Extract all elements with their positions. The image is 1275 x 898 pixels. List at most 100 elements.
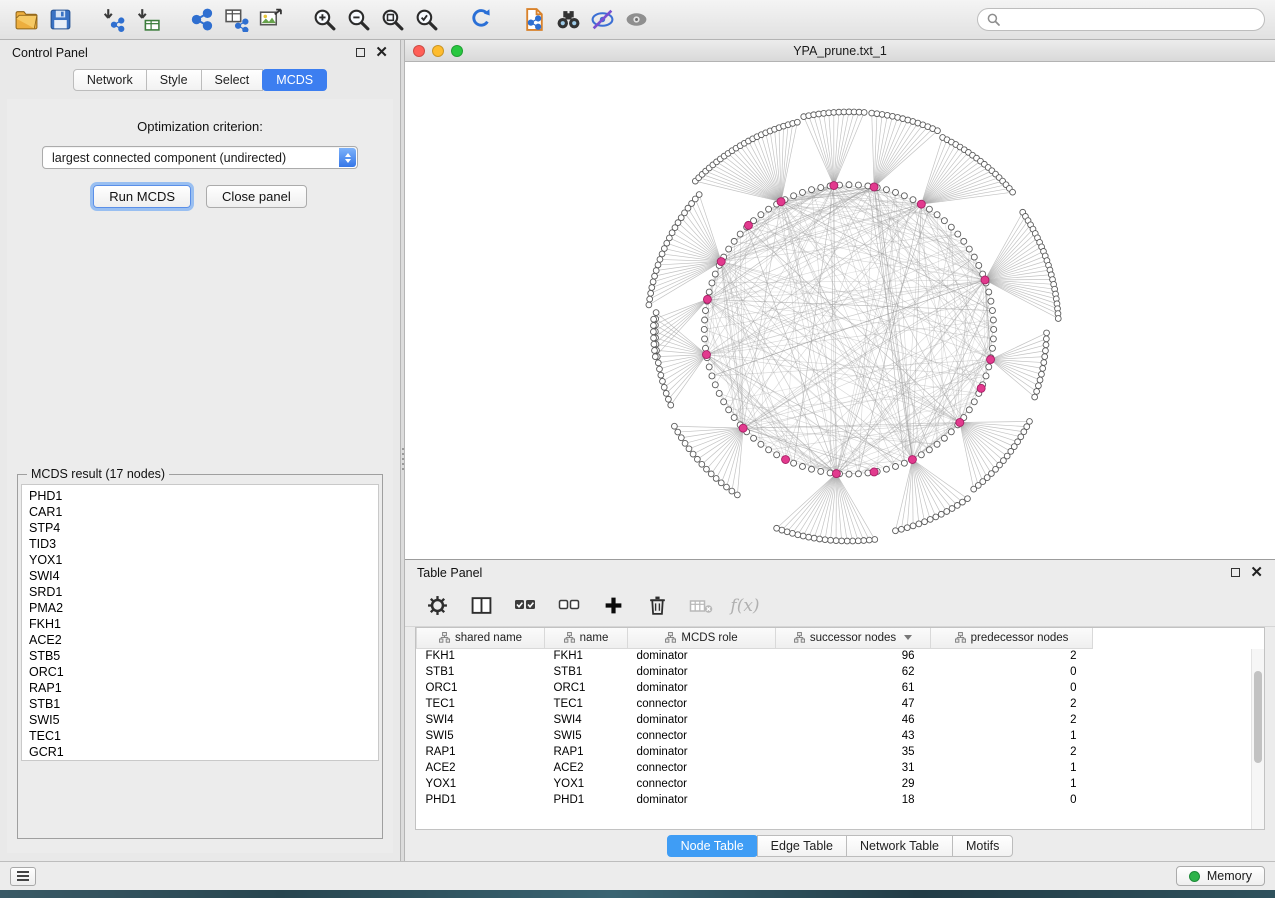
- graph-node[interactable]: [990, 336, 996, 342]
- mcds-hub-node[interactable]: [977, 384, 985, 392]
- mcds-result-node[interactable]: SRD1: [29, 584, 378, 600]
- table-cell[interactable]: PHD1: [417, 792, 545, 808]
- node-table[interactable]: shared namenameMCDS rolesuccessor nodesp…: [416, 628, 1093, 808]
- graph-node[interactable]: [961, 238, 967, 244]
- optimization-criterion-select[interactable]: largest connected component (undirected): [42, 146, 358, 169]
- graph-node[interactable]: [948, 224, 954, 230]
- leaf-node[interactable]: [861, 538, 867, 544]
- mcds-result-node[interactable]: YOX1: [29, 552, 378, 568]
- mcds-hub-node[interactable]: [908, 456, 916, 464]
- graph-node[interactable]: [983, 373, 989, 379]
- mcds-hub-node[interactable]: [717, 258, 725, 266]
- leaf-node[interactable]: [811, 535, 817, 541]
- leaf-node[interactable]: [1037, 377, 1043, 383]
- tab-network-table[interactable]: Network Table: [846, 835, 953, 857]
- graph-node[interactable]: [855, 471, 861, 477]
- leaf-node[interactable]: [828, 537, 834, 543]
- leaf-node[interactable]: [971, 486, 977, 492]
- mcds-hub-node[interactable]: [832, 470, 840, 478]
- table-cell[interactable]: connector: [628, 760, 776, 776]
- table-cell[interactable]: FKH1: [545, 648, 628, 664]
- leaf-node[interactable]: [665, 396, 671, 402]
- leaf-node[interactable]: [904, 525, 910, 531]
- leaf-node[interactable]: [696, 192, 702, 198]
- delete-table-button[interactable]: [689, 594, 713, 618]
- table-cell[interactable]: SWI4: [417, 712, 545, 728]
- graph-node[interactable]: [726, 407, 732, 413]
- leaf-node[interactable]: [694, 456, 700, 462]
- table-scrollbar[interactable]: [1251, 649, 1264, 829]
- graph-node[interactable]: [989, 308, 995, 314]
- mcds-result-node[interactable]: SWI4: [29, 568, 378, 584]
- add-column-button[interactable]: [601, 594, 625, 618]
- table-cell[interactable]: ORC1: [417, 680, 545, 696]
- leaf-node[interactable]: [1010, 189, 1016, 195]
- table-cell[interactable]: 0: [931, 792, 1093, 808]
- leaf-node[interactable]: [949, 506, 955, 512]
- graph-node[interactable]: [989, 345, 995, 351]
- tab-node-table[interactable]: Node Table: [667, 835, 758, 857]
- float-panel-icon[interactable]: [356, 48, 365, 57]
- leaf-node[interactable]: [855, 538, 861, 544]
- leaf-node[interactable]: [660, 378, 666, 384]
- leaf-node[interactable]: [1034, 389, 1040, 395]
- graph-node[interactable]: [703, 308, 709, 314]
- leaf-node[interactable]: [651, 335, 657, 341]
- leaf-node[interactable]: [922, 519, 928, 525]
- table-settings-button[interactable]: [425, 594, 449, 618]
- table-row[interactable]: ACE2ACE2connector311: [417, 760, 1093, 776]
- table-row[interactable]: RAP1RAP1dominator352: [417, 744, 1093, 760]
- leaf-node[interactable]: [729, 488, 735, 494]
- graph-node[interactable]: [991, 326, 997, 332]
- leaf-node[interactable]: [795, 532, 801, 538]
- leaf-node[interactable]: [839, 538, 845, 544]
- leaf-node[interactable]: [910, 523, 916, 529]
- graph-node[interactable]: [706, 364, 712, 370]
- graph-node[interactable]: [901, 460, 907, 466]
- leaf-node[interactable]: [663, 390, 669, 396]
- graph-node[interactable]: [731, 238, 737, 244]
- panel-menu-button[interactable]: [10, 867, 36, 886]
- graph-node[interactable]: [712, 382, 718, 388]
- graph-node[interactable]: [934, 441, 940, 447]
- tab-select[interactable]: Select: [201, 69, 264, 91]
- table-cell[interactable]: dominator: [628, 664, 776, 680]
- leaf-node[interactable]: [713, 476, 719, 482]
- mcds-hub-node[interactable]: [782, 456, 790, 464]
- leaf-node[interactable]: [927, 517, 933, 523]
- mcds-result-node[interactable]: ORC1: [29, 664, 378, 680]
- graph-node[interactable]: [799, 463, 805, 469]
- mcds-hub-node[interactable]: [744, 221, 752, 229]
- graph-node[interactable]: [818, 468, 824, 474]
- network-graph[interactable]: [405, 62, 1275, 559]
- graph-node[interactable]: [883, 187, 889, 193]
- apply-layout-button[interactable]: [464, 5, 496, 35]
- mcds-result-node[interactable]: TID3: [29, 536, 378, 552]
- table-cell[interactable]: 1: [931, 728, 1093, 744]
- leaf-node[interactable]: [1043, 336, 1049, 342]
- mcds-result-node[interactable]: STB1: [29, 696, 378, 712]
- table-cell[interactable]: 1: [931, 760, 1093, 776]
- table-cell[interactable]: 62: [776, 664, 931, 680]
- search-box[interactable]: [977, 8, 1265, 31]
- graph-node[interactable]: [988, 298, 994, 304]
- graph-node[interactable]: [986, 289, 992, 295]
- mcds-result-node[interactable]: CAR1: [29, 504, 378, 520]
- leaf-node[interactable]: [861, 110, 867, 116]
- table-cell[interactable]: connector: [628, 776, 776, 792]
- network-canvas[interactable]: [405, 62, 1275, 559]
- window-close-icon[interactable]: [413, 45, 425, 57]
- select-all-columns-button[interactable]: [513, 594, 537, 618]
- leaf-node[interactable]: [1043, 342, 1049, 348]
- leaf-node[interactable]: [678, 435, 684, 441]
- column-header-predecessor-nodes[interactable]: predecessor nodes: [931, 628, 1093, 648]
- leaf-node[interactable]: [658, 372, 664, 378]
- table-cell[interactable]: 61: [776, 680, 931, 696]
- run-mcds-button[interactable]: Run MCDS: [93, 185, 191, 208]
- tab-style[interactable]: Style: [146, 69, 202, 91]
- column-menu-icon[interactable]: [904, 635, 912, 640]
- table-row[interactable]: ORC1ORC1dominator610: [417, 680, 1093, 696]
- leaf-node[interactable]: [690, 451, 696, 457]
- table-cell[interactable]: 29: [776, 776, 931, 792]
- leaf-node[interactable]: [650, 279, 656, 285]
